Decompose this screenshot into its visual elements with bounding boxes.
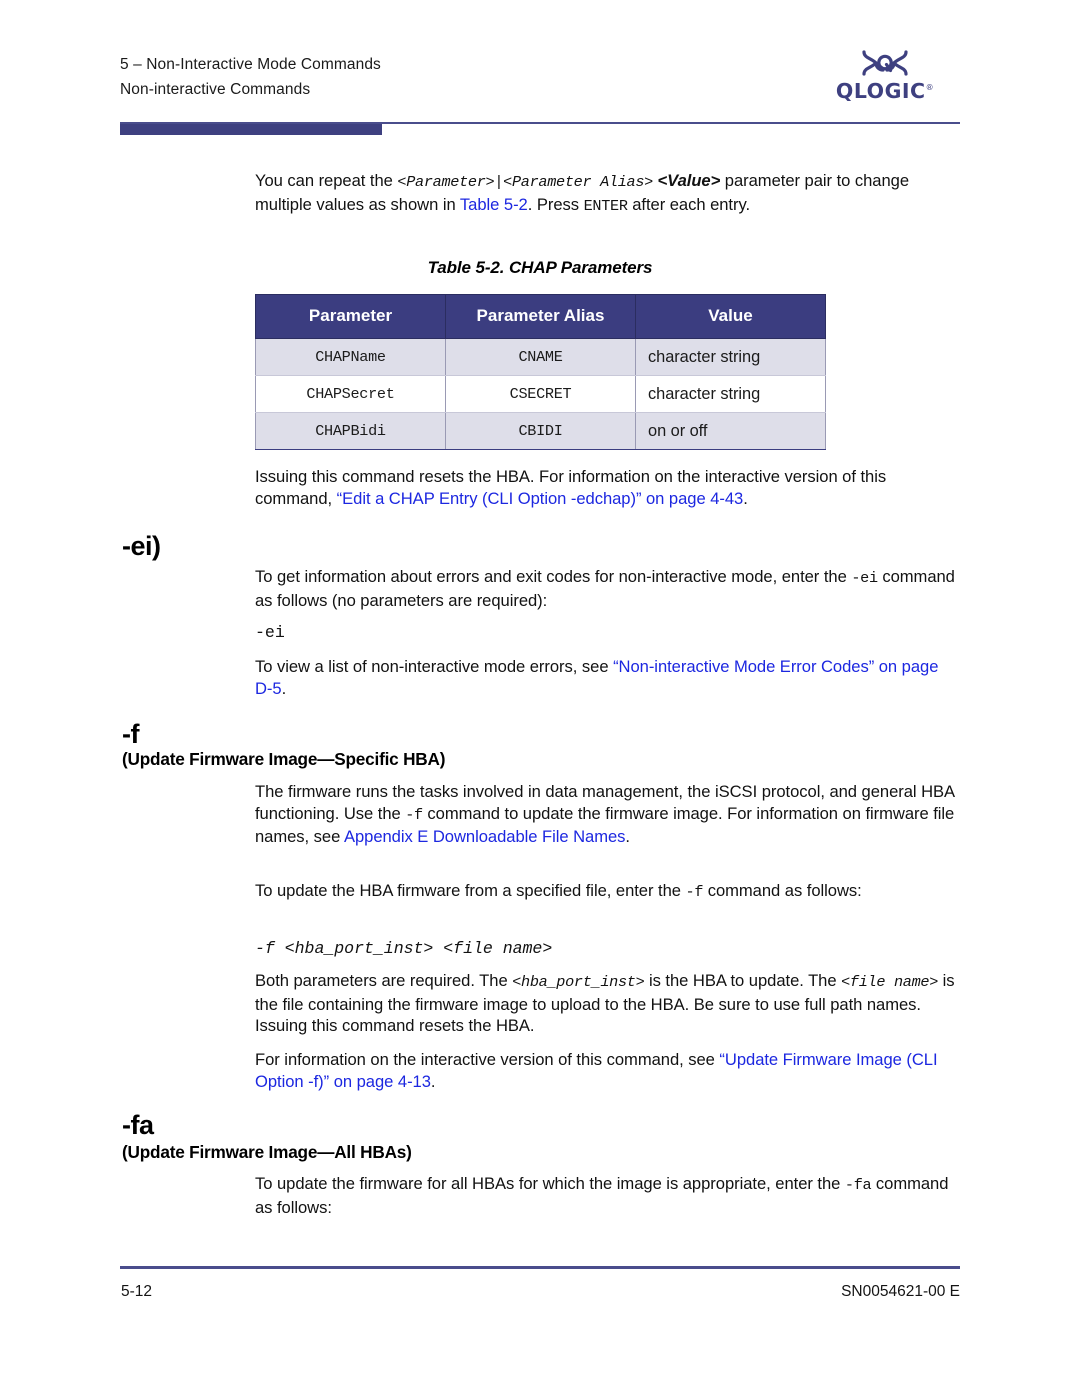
after-table-text-2: . bbox=[743, 488, 748, 508]
section-subheading-f: (Update Firmware Image—Specific HBA) bbox=[122, 749, 446, 769]
f-paragraph-2: To update the HBA firmware from a specif… bbox=[255, 880, 955, 904]
ei-paragraph-2-block: To view a list of non-interactive mode e… bbox=[255, 656, 955, 699]
ei-paragraph-1-block: To get information about errors and exit… bbox=[255, 566, 955, 611]
ei-paragraph-1: To get information about errors and exit… bbox=[255, 566, 955, 611]
header-rule-thick bbox=[120, 124, 382, 135]
cell-value: on or off bbox=[635, 412, 826, 450]
cell-alias: CSECRET bbox=[445, 375, 636, 413]
f-paragraph-2-block: To update the HBA firmware from a specif… bbox=[255, 880, 955, 904]
table-row: CHAPBidi CBIDI on or off bbox=[255, 412, 826, 450]
intro-paragraph-block: You can repeat the <Parameter>|<Paramete… bbox=[255, 170, 955, 217]
header-section: Non-interactive Commands bbox=[120, 81, 311, 98]
f-text-10: . bbox=[430, 1071, 436, 1091]
table-row: CHAPSecret CSECRET character string bbox=[255, 375, 826, 413]
ei-code-line: -ei bbox=[255, 623, 285, 642]
after-table-block: Issuing this command resets the HBA. For… bbox=[255, 466, 955, 509]
page-header: 5 – Non-Interactive Mode Commands Non-in… bbox=[120, 50, 960, 132]
table-header-parameter-alias: Parameter Alias bbox=[445, 294, 636, 339]
qlogic-wordmark: QLOGIC® bbox=[835, 79, 935, 103]
header-breadcrumb: 5 – Non-Interactive Mode Commands Non-in… bbox=[120, 52, 381, 102]
qlogic-mark-icon bbox=[862, 50, 908, 76]
footer-doc-number: SN0054621-00 E bbox=[841, 1283, 960, 1300]
f-mono-command: -f bbox=[405, 805, 423, 824]
link-table-5-2[interactable]: Table 5-2 bbox=[460, 195, 528, 214]
after-table-paragraph: Issuing this command resets the HBA. For… bbox=[255, 466, 955, 509]
f-text-7: is the HBA to update. The bbox=[644, 971, 842, 990]
fa-paragraph-1-block: To update the firmware for all HBAs for … bbox=[255, 1173, 955, 1218]
registered-mark-icon: ® bbox=[925, 83, 935, 93]
f-paragraph-1: The firmware runs the tasks involved in … bbox=[255, 781, 955, 848]
link-appendix-e-file-names[interactable]: Appendix E Downloadable File Names bbox=[344, 827, 626, 846]
fa-text-1: To update the firmware for all HBAs for … bbox=[255, 1174, 845, 1193]
ei-mono-command: -ei bbox=[851, 569, 878, 587]
section-heading-fa: -fa bbox=[122, 1110, 154, 1140]
cell-parameter: CHAPSecret bbox=[255, 375, 446, 413]
f-mono-command-2: -f bbox=[685, 883, 704, 901]
footer-page-number: 5-12 bbox=[121, 1283, 153, 1300]
cell-parameter: CHAPName bbox=[255, 338, 446, 376]
f-paragraph-4: For information on the interactive versi… bbox=[255, 1049, 955, 1092]
ei-paragraph-2: To view a list of non-interactive mode e… bbox=[255, 656, 955, 699]
f-paragraph-1-block: The firmware runs the tasks involved in … bbox=[255, 781, 955, 848]
table-row: CHAPName CNAME character string bbox=[255, 338, 826, 376]
cell-value: character string bbox=[635, 338, 826, 376]
f-text-3: . bbox=[625, 827, 630, 847]
fa-paragraph-1: To update the firmware for all HBAs for … bbox=[255, 1173, 955, 1218]
section-subheading-fa: (Update Firmware Image—All HBAs) bbox=[122, 1142, 412, 1162]
cell-value: character string bbox=[635, 375, 826, 413]
intro-value-token: <Value> bbox=[657, 171, 721, 190]
ei-text-4: . bbox=[281, 678, 287, 698]
intro-text-3: . Press bbox=[527, 194, 584, 214]
f-paragraph-4-block: For information on the interactive versi… bbox=[255, 1049, 955, 1092]
f-text-5: command as follows: bbox=[703, 881, 862, 900]
intro-paragraph: You can repeat the <Parameter>|<Paramete… bbox=[255, 170, 955, 217]
table-header-parameter: Parameter bbox=[255, 294, 446, 339]
intro-text-4: after each entry. bbox=[627, 194, 751, 214]
intro-mono-enter: ENTER bbox=[583, 196, 628, 215]
f-mono-file-name: <file name> bbox=[841, 973, 939, 991]
intro-text-1: You can repeat the bbox=[255, 171, 398, 190]
intro-mono-parameter: <Parameter>|<Parameter Alias> bbox=[397, 173, 653, 191]
section-heading-f: -f bbox=[122, 719, 139, 749]
f-text-4: To update the HBA firmware from a specif… bbox=[255, 881, 686, 900]
table-header-value: Value bbox=[635, 294, 826, 339]
cell-alias: CNAME bbox=[445, 338, 636, 376]
link-edit-chap-entry[interactable]: “Edit a CHAP Entry (CLI Option -edchap)”… bbox=[337, 489, 744, 508]
ei-code-block: -ei bbox=[255, 622, 955, 644]
header-chapter: 5 – Non-Interactive Mode Commands bbox=[120, 56, 381, 73]
fa-mono-command: -fa bbox=[844, 1176, 872, 1194]
f-code-block: -f <hba_port_inst> <file name> bbox=[255, 938, 955, 960]
cell-parameter: CHAPBidi bbox=[255, 412, 446, 450]
ei-text-1: To get information about errors and exit… bbox=[255, 567, 852, 586]
f-code-line: -f <hba_port_inst> <file name> bbox=[255, 939, 553, 958]
f-paragraph-3-block: Both parameters are required. The <hba_p… bbox=[255, 970, 955, 1037]
ei-text-3: To view a list of non-interactive mode e… bbox=[255, 657, 614, 676]
f-mono-hba-port-inst: <hba_port_inst> bbox=[512, 973, 645, 991]
cell-alias: CBIDI bbox=[445, 412, 636, 450]
chap-parameters-table: Parameter Parameter Alias Value CHAPName… bbox=[255, 294, 826, 450]
f-paragraph-3: Both parameters are required. The <hba_p… bbox=[255, 970, 955, 1037]
f-text-6: Both parameters are required. The bbox=[255, 971, 513, 990]
footer-rule bbox=[120, 1266, 960, 1269]
document-page: 5 – Non-Interactive Mode Commands Non-in… bbox=[0, 0, 1080, 1397]
table-caption: Table 5-2. CHAP Parameters bbox=[427, 258, 653, 277]
qlogic-logo: QLOGIC® bbox=[810, 48, 960, 102]
f-text-9: For information on the interactive versi… bbox=[255, 1050, 720, 1069]
section-heading-ei: -ei) bbox=[122, 531, 161, 561]
table-header-row: Parameter Parameter Alias Value bbox=[255, 294, 826, 339]
